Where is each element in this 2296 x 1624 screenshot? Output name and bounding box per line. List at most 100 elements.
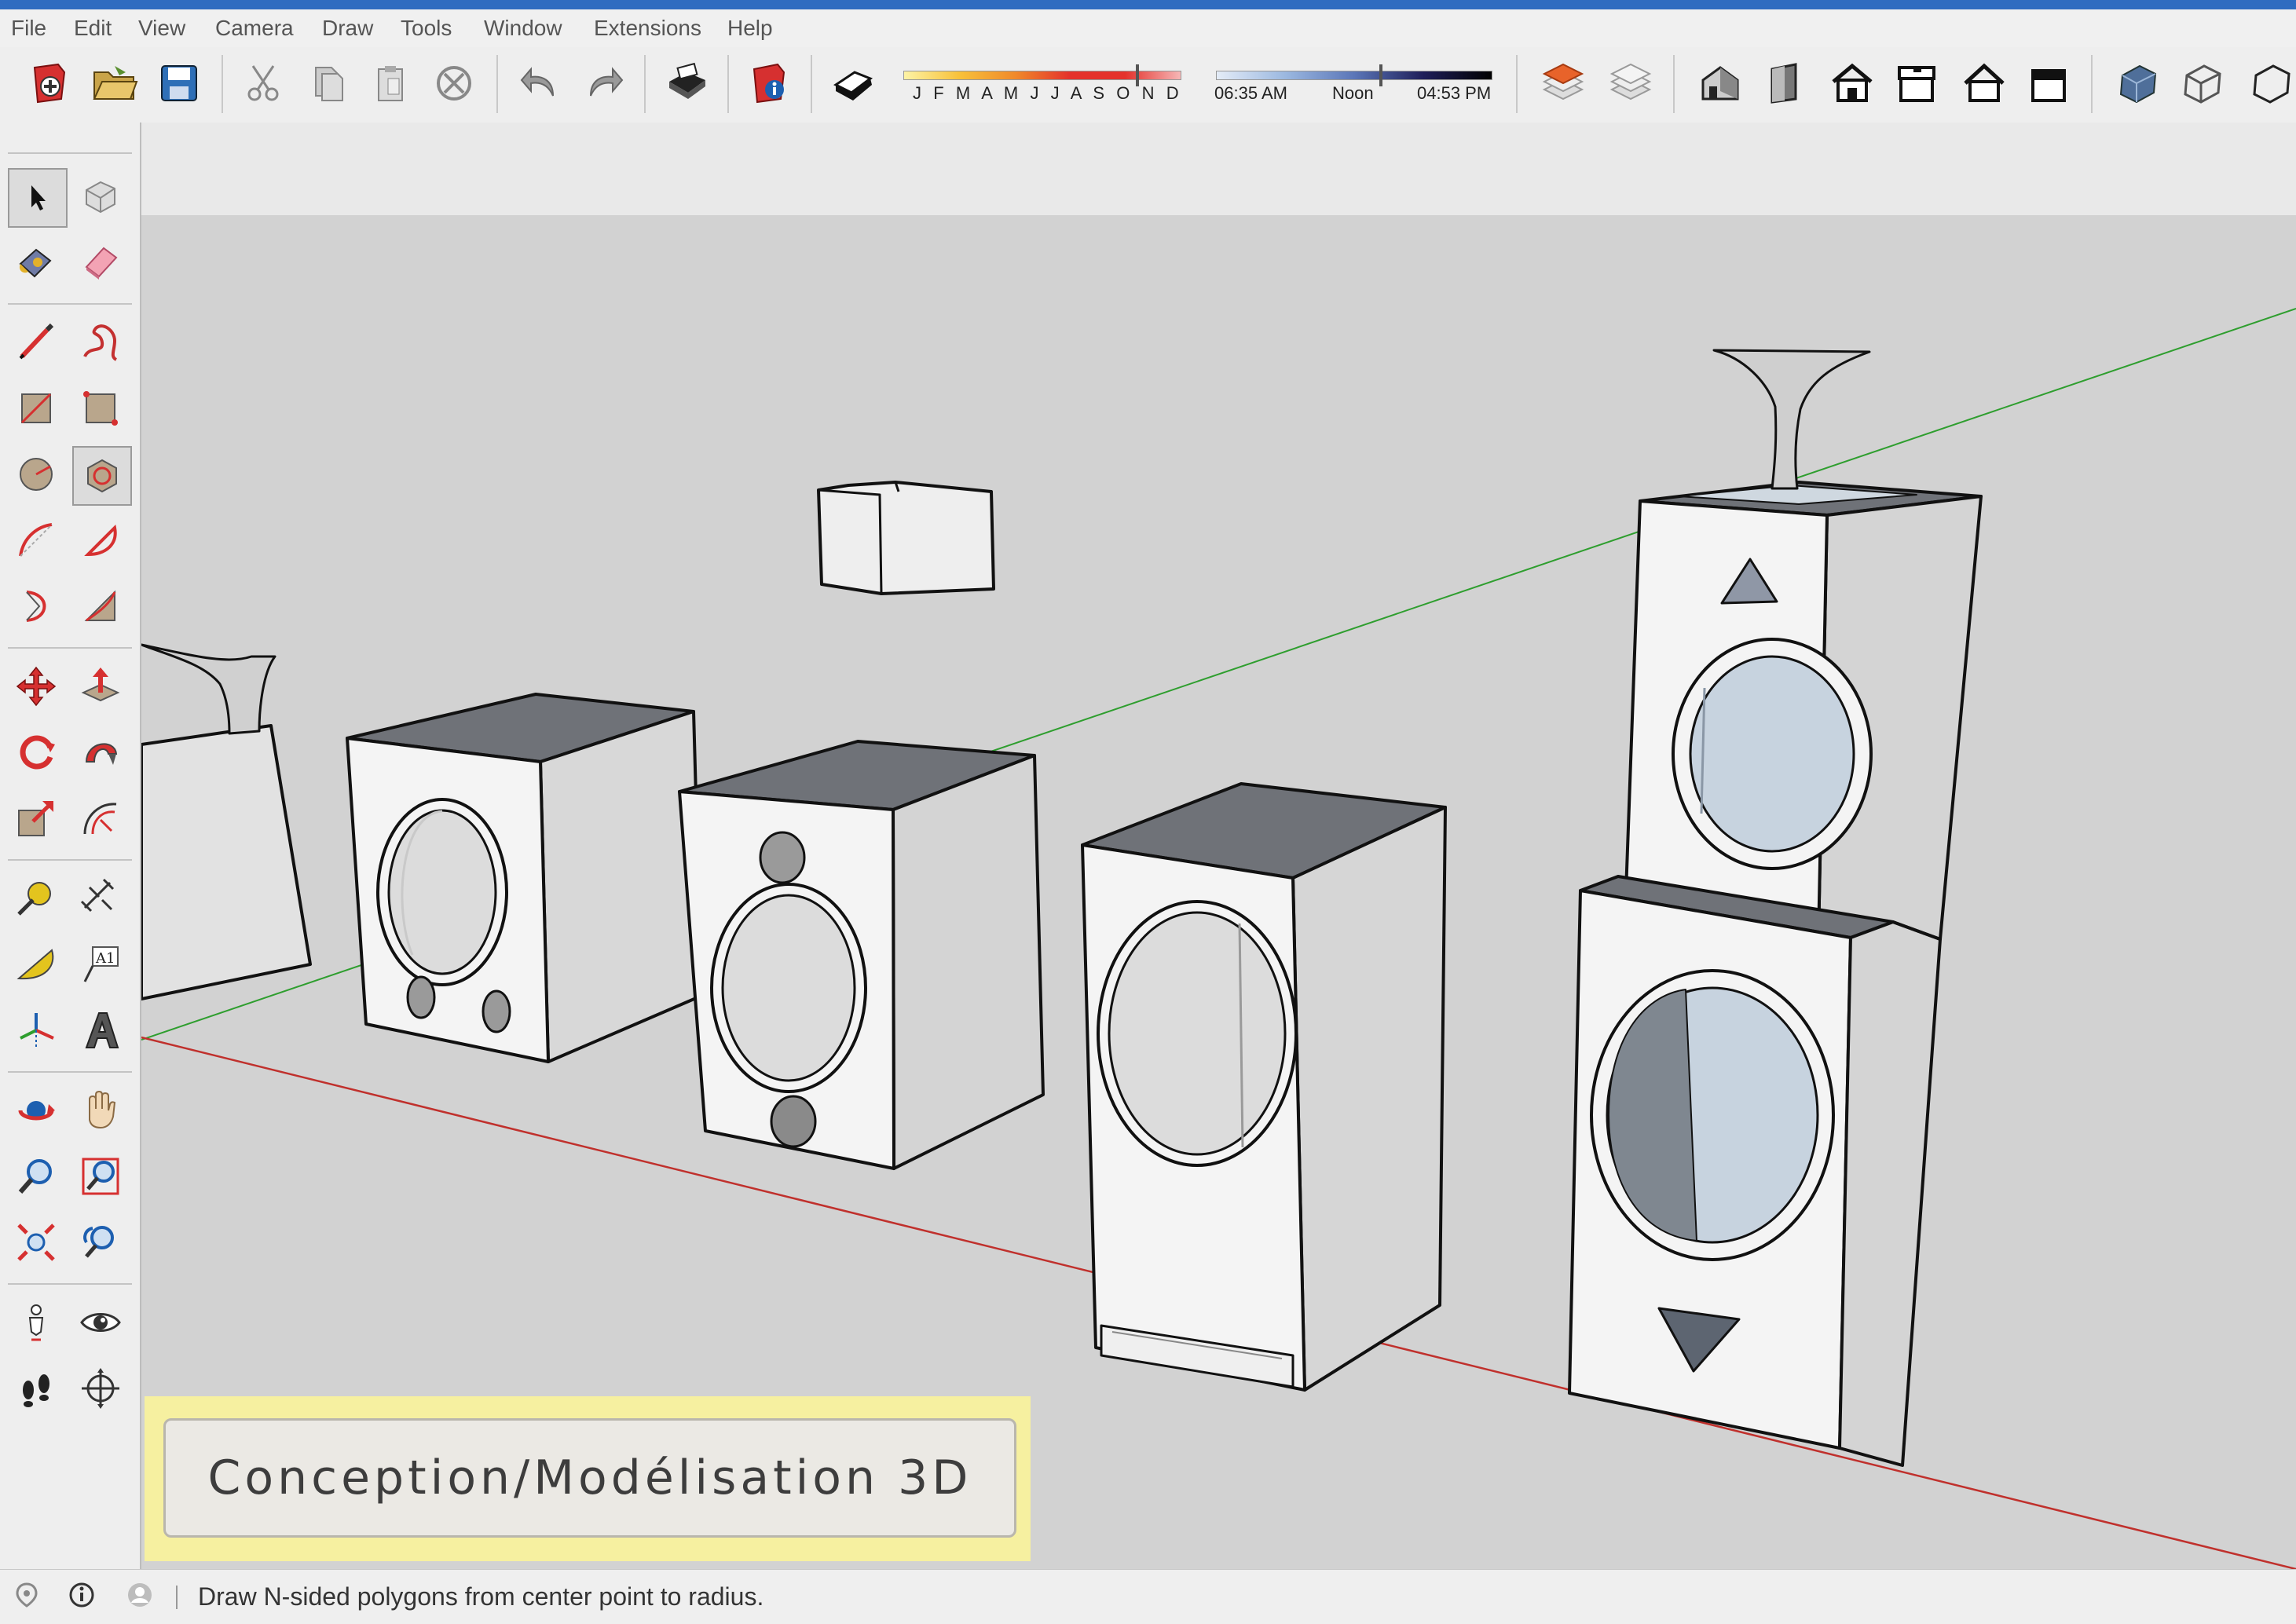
speaker-model-left	[141, 643, 312, 1000]
caption-title: Conception/Modélisation 3D	[207, 1450, 972, 1505]
select-tool-icon[interactable]	[8, 168, 68, 228]
toolbar-separator	[1673, 55, 1675, 113]
status-separator	[176, 1586, 178, 1609]
layers-icon[interactable]	[1538, 58, 1588, 108]
status-bar: Draw N-sided polygons from center point …	[0, 1569, 2296, 1624]
menu-tools[interactable]: Tools	[401, 14, 452, 42]
menu-extensions[interactable]: Extensions	[594, 14, 701, 42]
palette-separator	[8, 1283, 132, 1285]
circle-tool-icon[interactable]	[8, 446, 64, 503]
orbit-tool-icon[interactable]	[8, 1082, 64, 1139]
menu-camera[interactable]: Camera	[215, 14, 294, 42]
pan-tool-icon[interactable]	[72, 1082, 129, 1139]
svg-text:A1: A1	[95, 950, 115, 967]
open-icon[interactable]	[90, 58, 140, 108]
drawing-viewport[interactable]	[141, 123, 2296, 1569]
speaker-model-3	[1081, 782, 1447, 1392]
menu-file[interactable]: File	[11, 14, 46, 42]
axes-tool-icon[interactable]	[8, 1002, 64, 1059]
arc-tool-icon[interactable]	[8, 512, 64, 569]
toolbar-separator	[1516, 55, 1518, 113]
speaker-model-2	[678, 740, 1045, 1170]
copy-icon[interactable]	[303, 58, 353, 108]
make-component-icon[interactable]	[72, 168, 129, 225]
paste-icon[interactable]	[366, 58, 416, 108]
eraser-icon[interactable]	[72, 234, 129, 291]
toolbar-separator	[496, 55, 498, 113]
shadow-time-start: 06:35 AM	[1214, 83, 1287, 103]
floating-component	[817, 481, 995, 595]
new-icon[interactable]	[24, 58, 74, 108]
model-info-icon[interactable]	[745, 58, 795, 108]
caption-panel: Conception/Modélisation 3D	[163, 1418, 1016, 1538]
walk-tool-icon[interactable]	[8, 1360, 64, 1417]
credits-icon[interactable]	[68, 1581, 96, 1613]
rotate-tool-icon[interactable]	[8, 724, 64, 781]
menu-help[interactable]: Help	[727, 14, 773, 42]
left-view-icon[interactable]	[2023, 58, 2074, 108]
right-view-icon[interactable]	[1891, 58, 1942, 108]
two-point-arc-icon[interactable]	[8, 578, 64, 635]
3d-text-icon[interactable]	[72, 1002, 129, 1059]
pie-tool-icon[interactable]	[72, 512, 129, 569]
move-tool-icon[interactable]	[8, 658, 64, 715]
zoom-extents-icon[interactable]	[8, 1214, 64, 1271]
menu-view[interactable]: View	[138, 14, 185, 42]
menu-draw[interactable]: Draw	[322, 14, 373, 42]
hidden-line-icon[interactable]	[2247, 58, 2296, 108]
shadow-time-end: 04:53 PM	[1417, 83, 1492, 103]
toolbar-separator	[2091, 55, 2093, 113]
rectangle-tool-icon[interactable]	[8, 380, 64, 437]
offset-tool-icon[interactable]	[72, 790, 129, 847]
freehand-tool-icon[interactable]	[72, 314, 129, 371]
shadow-month-slider[interactable]	[903, 64, 1181, 86]
previous-view-icon[interactable]	[72, 1214, 129, 1271]
position-camera-icon[interactable]	[8, 1294, 64, 1351]
shadow-time-noon: Noon	[1332, 83, 1374, 103]
follow-me-icon[interactable]	[72, 724, 129, 781]
zoom-window-icon[interactable]	[72, 1148, 129, 1205]
toolbar-separator	[727, 55, 729, 113]
iso-view-icon[interactable]	[1695, 58, 1745, 108]
palette-separator	[8, 303, 132, 305]
menu-window[interactable]: Window	[484, 14, 562, 42]
geolocation-icon[interactable]	[13, 1581, 41, 1613]
paint-bucket-icon[interactable]	[8, 234, 64, 291]
layer-manager-icon[interactable]	[1606, 58, 1656, 108]
line-tool-icon[interactable]	[8, 314, 64, 371]
back-view-icon[interactable]	[1959, 58, 2009, 108]
redo-icon[interactable]	[578, 58, 628, 108]
top-view-icon[interactable]	[1760, 58, 1810, 108]
polygon-tool-icon[interactable]	[72, 446, 132, 506]
push-pull-icon[interactable]	[72, 658, 129, 715]
tape-measure-icon[interactable]	[8, 870, 64, 927]
rotated-rectangle-icon[interactable]	[72, 380, 129, 437]
section-plane-icon[interactable]	[72, 1360, 129, 1417]
look-around-icon[interactable]	[72, 1294, 129, 1351]
wireframe-icon[interactable]	[2177, 58, 2228, 108]
print-icon[interactable]	[661, 58, 712, 108]
status-message: Draw N-sided polygons from center point …	[198, 1582, 764, 1611]
speaker-model-4	[1568, 349, 1983, 1467]
menu-bar: File Edit View Camera Draw Tools Window …	[0, 9, 2296, 48]
text-tool-icon[interactable]: A1	[72, 936, 129, 993]
sign-in-icon[interactable]	[126, 1581, 154, 1613]
window-title-strip	[0, 0, 2296, 9]
shadows-icon[interactable]	[829, 58, 880, 108]
menu-edit[interactable]: Edit	[74, 14, 112, 42]
save-icon[interactable]	[154, 58, 204, 108]
dimension-tool-icon[interactable]	[72, 870, 129, 927]
scale-tool-icon[interactable]	[8, 790, 64, 847]
three-point-arc-icon[interactable]	[72, 578, 129, 635]
shadow-time-slider[interactable]	[1216, 64, 1492, 86]
toolbar-separator	[811, 55, 812, 113]
undo-icon[interactable]	[515, 58, 566, 108]
cut-icon[interactable]	[239, 58, 289, 108]
zoom-tool-icon[interactable]	[8, 1148, 64, 1205]
palette-separator	[8, 647, 132, 649]
xray-icon[interactable]	[2113, 58, 2163, 108]
front-view-icon[interactable]	[1827, 58, 1877, 108]
viewport-scene	[141, 123, 2296, 1569]
protractor-icon[interactable]	[8, 936, 64, 993]
erase-icon[interactable]	[429, 58, 479, 108]
